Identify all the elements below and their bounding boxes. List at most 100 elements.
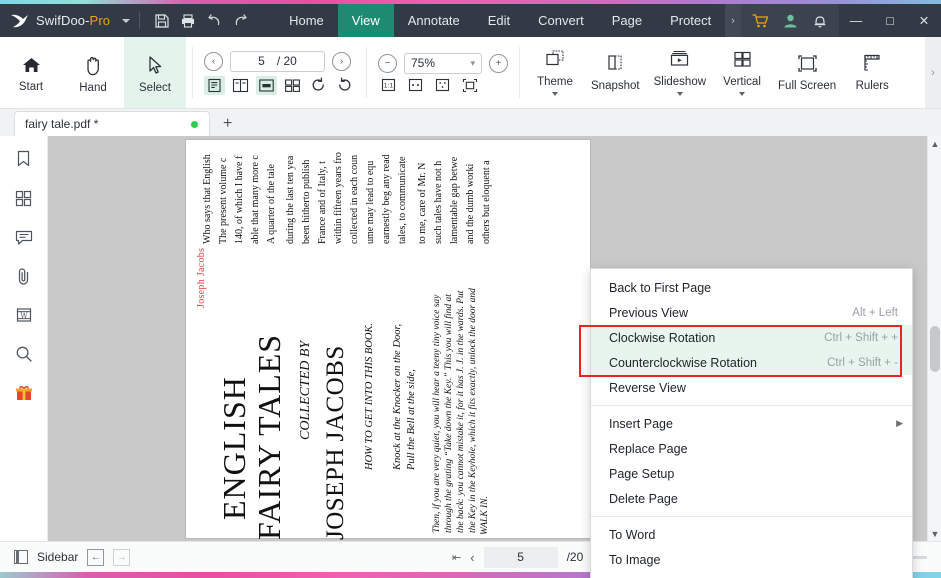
chevron-down-icon[interactable] — [676, 92, 683, 96]
start-button[interactable]: Start — [0, 37, 62, 108]
menu-item-extract-current-page[interactable]: Extract Current Page as Separate PDF — [591, 572, 912, 578]
modified-dot-icon — [191, 120, 198, 128]
menu-overflow-chevron-icon[interactable]: › — [725, 4, 741, 37]
attachment-icon[interactable] — [13, 265, 35, 287]
menu-item-clockwise-rotation[interactable]: Clockwise Rotation Ctrl + Shift + + — [591, 325, 912, 350]
maximize-button[interactable]: □ — [873, 4, 907, 37]
snapshot-label: Snapshot — [591, 80, 640, 92]
previous-page-icon[interactable]: ‹ — [470, 550, 474, 565]
to-word-icon[interactable]: W — [13, 304, 35, 326]
zoom-in-button[interactable]: + — [489, 53, 508, 73]
menu-item-reverse-view[interactable]: Reverse View — [591, 375, 912, 400]
fit-page-icon[interactable] — [434, 78, 451, 93]
menu-protect[interactable]: Protect — [656, 4, 725, 37]
menu-item-replace-page[interactable]: Replace Page — [591, 436, 912, 461]
snapshot-button[interactable]: Snapshot — [584, 37, 647, 108]
redo-icon[interactable] — [227, 8, 253, 34]
search-icon[interactable] — [13, 343, 35, 365]
account-icon[interactable] — [777, 8, 803, 34]
full-screen-button[interactable]: Full Screen — [771, 37, 843, 108]
scroll-down-icon[interactable]: ▼ — [928, 526, 941, 541]
menu-page[interactable]: Page — [598, 4, 656, 37]
menu-item-insert-page[interactable]: Insert Page ▶ — [591, 411, 912, 436]
rulers-button[interactable]: Rulers — [843, 37, 901, 108]
comment-icon[interactable] — [13, 226, 35, 248]
menu-item-page-setup[interactable]: Page Setup — [591, 461, 912, 486]
svg-text:W: W — [20, 312, 28, 320]
page-nav-row: ‹ 5 / 20 › — [204, 50, 355, 72]
page-preface-line-10: collected in each coun — [349, 154, 360, 244]
navigate-back-button[interactable]: ← — [87, 548, 105, 566]
chevron-down-icon[interactable] — [739, 91, 746, 96]
minimize-button[interactable]: — — [839, 4, 873, 37]
bookmark-icon[interactable] — [13, 148, 35, 170]
menu-item-label: To Word — [609, 527, 656, 542]
menu-item-previous-view[interactable]: Previous View Alt + Left — [591, 300, 912, 325]
menu-annotate[interactable]: Annotate — [394, 4, 474, 37]
app-logo-group[interactable]: SwifDoo-Pro — [0, 12, 131, 29]
chevron-down-icon[interactable] — [552, 92, 558, 96]
vertical-button[interactable]: Vertical — [713, 37, 771, 108]
scrollbar-thumb[interactable] — [930, 326, 940, 372]
menu-home[interactable]: Home — [275, 4, 338, 37]
menu-item-shortcut: Alt + Left — [852, 306, 898, 319]
page-preface-line-13: tales, to communicate — [397, 156, 408, 244]
next-page-button[interactable]: › — [332, 51, 351, 71]
page-context-menu[interactable]: Back to First Page Previous View Alt + L… — [579, 268, 913, 578]
menu-edit[interactable]: Edit — [474, 4, 524, 37]
thumbnails-icon[interactable] — [13, 187, 35, 209]
hand-tool-button[interactable]: Hand — [62, 37, 124, 108]
ribbon-overflow-chevron-icon[interactable]: › — [925, 37, 941, 108]
first-page-icon[interactable]: ⇤ — [452, 551, 461, 564]
actual-size-icon[interactable]: 1:1 — [380, 78, 397, 93]
gift-icon[interactable] — [13, 382, 35, 404]
vertical-scrollbar[interactable]: ▲ ▼ — [927, 136, 941, 541]
menu-item-counterclockwise-rotation[interactable]: Counterclockwise Rotation Ctrl + Shift +… — [591, 350, 912, 375]
document-tab-fairy-tale[interactable]: fairy tale.pdf * — [14, 111, 210, 136]
zoom-group: − 75% ▾ + 1:1 — [373, 37, 513, 108]
fit-visible-icon[interactable] — [461, 78, 478, 93]
menu-convert[interactable]: Convert — [524, 4, 598, 37]
page-howto-paragraph-4: the Key in the Keyhole, which it fits ex… — [468, 288, 478, 533]
menu-item-delete-page[interactable]: Delete Page — [591, 486, 912, 511]
print-icon[interactable] — [175, 8, 201, 34]
two-page-mode-icon[interactable] — [230, 76, 251, 95]
menu-item-to-word[interactable]: To Word — [591, 522, 912, 547]
slideshow-label: Slideshow — [653, 76, 707, 88]
slideshow-button[interactable]: Slideshow — [647, 37, 713, 108]
rotate-ccw-icon[interactable] — [334, 76, 355, 95]
previous-page-button[interactable]: ‹ — [204, 51, 223, 71]
view-mode-row — [204, 75, 355, 95]
rotate-cw-icon[interactable] — [308, 76, 329, 95]
fit-width-icon[interactable] — [407, 78, 424, 93]
page-preface-line-1: Who says that English — [202, 154, 213, 244]
scroll-up-icon[interactable]: ▲ — [928, 136, 941, 151]
page-number-input[interactable]: 5 / 20 — [230, 50, 325, 72]
grid-mode-icon[interactable] — [282, 76, 303, 95]
status-page-input[interactable]: 5 — [483, 546, 558, 568]
undo-icon[interactable] — [201, 8, 227, 34]
close-button[interactable]: ✕ — [907, 4, 941, 37]
navigate-forward-button[interactable]: → — [113, 548, 131, 566]
select-tool-button[interactable]: Select — [124, 37, 186, 108]
zoom-out-button[interactable]: − — [378, 53, 397, 73]
sidebar-label[interactable]: Sidebar — [37, 550, 78, 564]
save-icon[interactable] — [149, 8, 175, 34]
continuous-mode-icon[interactable] — [256, 75, 277, 95]
menu-item-back-to-first-page[interactable]: Back to First Page — [591, 275, 912, 300]
menu-item-to-image[interactable]: To Image — [591, 547, 912, 572]
vertical-icon — [732, 50, 753, 73]
zoom-level-select[interactable]: 75% ▾ — [404, 52, 482, 74]
app-menu-chevron-icon[interactable] — [122, 18, 131, 23]
bell-icon[interactable] — [807, 8, 833, 34]
single-page-mode-icon[interactable] — [204, 75, 225, 95]
new-tab-button[interactable]: + — [223, 116, 232, 132]
pdf-page[interactable]: Joseph Jacobs ENGLISH FAIRY TALES COLLEC… — [186, 140, 590, 540]
menu-item-label: To Image — [609, 552, 661, 567]
cart-icon[interactable] — [747, 8, 773, 34]
theme-button[interactable]: Theme — [526, 37, 584, 108]
sidebar-toggle-icon[interactable] — [14, 550, 28, 564]
current-page-value: 5 — [258, 54, 265, 68]
full-screen-label: Full Screen — [778, 80, 837, 92]
menu-view[interactable]: View — [337, 4, 394, 37]
